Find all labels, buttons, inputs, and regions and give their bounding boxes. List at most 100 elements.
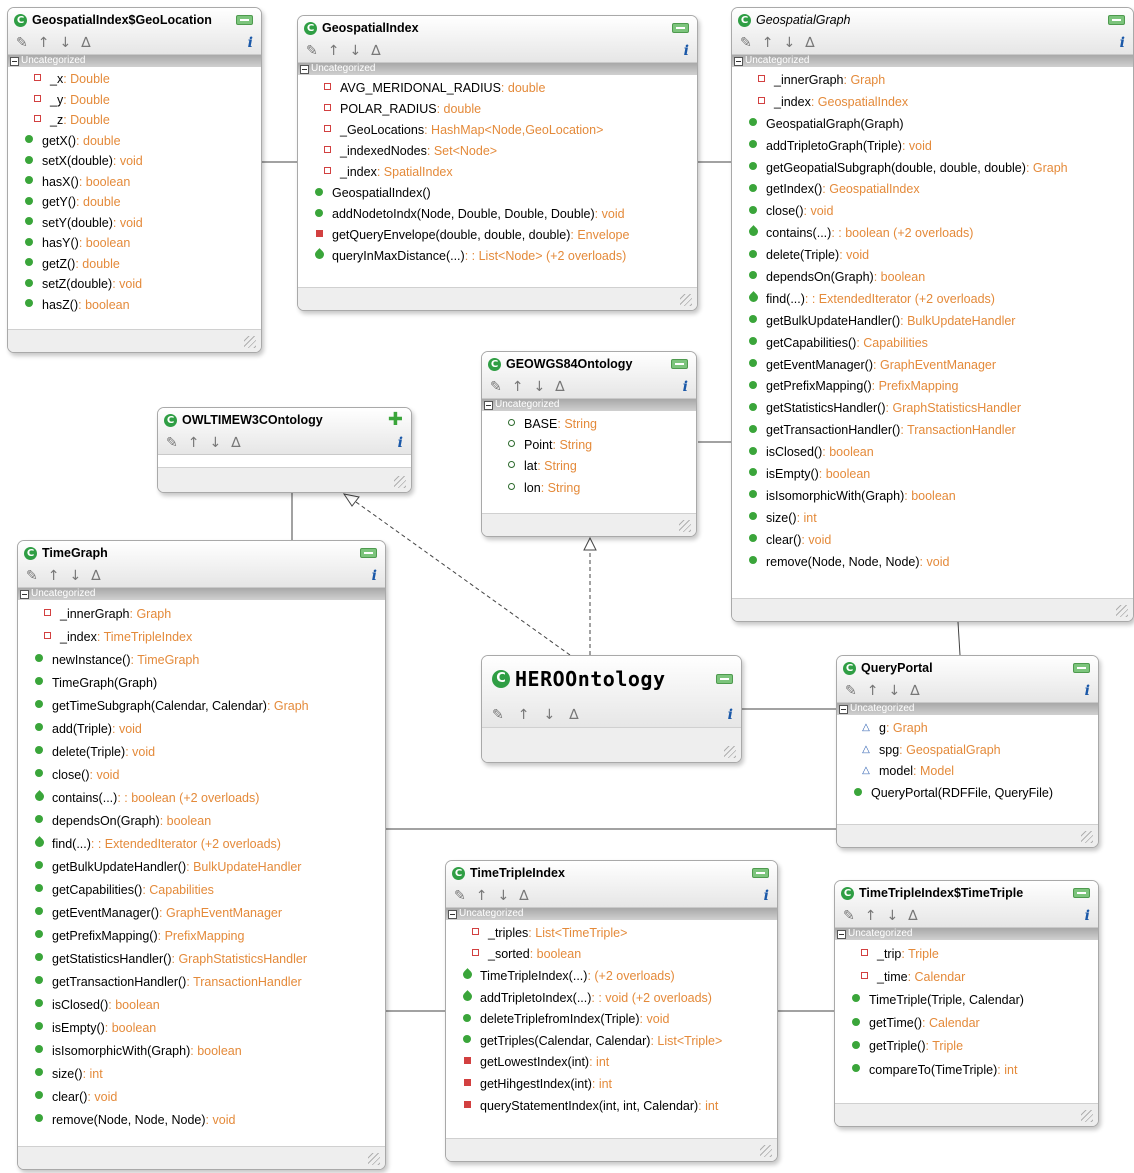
member-row[interactable]: setZ(double) : void	[8, 274, 261, 295]
section-header-uncategorized[interactable]: Uncategorized	[18, 588, 385, 600]
class-title[interactable]: GeospatialGraph	[756, 13, 1108, 27]
member-row[interactable]: isClosed() : boolean	[18, 993, 385, 1016]
class-box-geospatialgraph[interactable]: C GeospatialGraph ✎ ↑ ↓ ∆ i Uncategorized _inner…	[731, 7, 1134, 622]
member-row[interactable]: spg : GeospatialGraph	[837, 739, 1098, 761]
member-row[interactable]: isEmpty() : boolean	[732, 463, 1133, 485]
member-row[interactable]: getBulkUpdateHandler() : BulkUpdateHandl…	[732, 310, 1133, 332]
resize-grip-icon[interactable]	[368, 1153, 380, 1165]
member-row[interactable]: isClosed() : boolean	[732, 441, 1133, 463]
member-row[interactable]: g : Graph	[837, 717, 1098, 739]
collapse-icon[interactable]	[236, 15, 253, 25]
member-row[interactable]: _z : Double	[8, 110, 261, 131]
info-icon[interactable]: i	[683, 380, 688, 394]
member-row[interactable]: _trip : Triple	[835, 942, 1098, 965]
info-icon[interactable]: i	[372, 569, 377, 583]
member-row[interactable]: getCapabilities() : Capabilities	[732, 332, 1133, 354]
class-title[interactable]: HEROOntology	[515, 667, 716, 691]
member-row[interactable]: isIsomorphicWith(Graph) : boolean	[18, 1039, 385, 1062]
arrow-down-icon[interactable]: ↓	[886, 909, 898, 923]
member-row[interactable]: addTripletoIndex(...) : : void (+2 overl…	[446, 987, 777, 1009]
member-row[interactable]: size() : int	[18, 1062, 385, 1085]
member-row[interactable]: model : Model	[837, 761, 1098, 783]
member-row[interactable]: dependsOn(Graph) : boolean	[18, 809, 385, 832]
section-header-uncategorized[interactable]: Uncategorized	[835, 928, 1098, 940]
member-row[interactable]: getIndex() : GeospatialIndex	[732, 178, 1133, 200]
arrow-down-icon[interactable]: ↓	[533, 380, 545, 394]
arrow-up-icon[interactable]: ↑	[512, 380, 524, 394]
info-icon[interactable]: i	[1085, 909, 1090, 923]
resize-grip-icon[interactable]	[1116, 605, 1128, 617]
class-box-timetripleindex[interactable]: C TimeTripleIndex ✎ ↑ ↓ ∆ i Uncategorized _tripl…	[445, 860, 778, 1162]
member-row[interactable]: find(...) : : ExtendedIterator (+2 overl…	[18, 832, 385, 855]
hierarchy-icon[interactable]: ∆	[910, 684, 919, 698]
resize-grip-icon[interactable]	[244, 336, 256, 348]
member-row[interactable]: _sorted : boolean	[446, 944, 777, 966]
class-box-timetriple[interactable]: C TimeTripleIndex$TimeTriple ✎ ↑ ↓ ∆ i Uncatego…	[834, 880, 1099, 1127]
hierarchy-icon[interactable]: ∆	[555, 380, 564, 394]
member-row[interactable]: dependsOn(Graph) : boolean	[732, 266, 1133, 288]
member-row[interactable]: getStatisticsHandler() : GraphStatistics…	[18, 947, 385, 970]
info-icon[interactable]: i	[1120, 36, 1125, 50]
class-title[interactable]: GeospatialIndex$GeoLocation	[32, 13, 236, 27]
member-row[interactable]: getTransactionHandler() : TransactionHan…	[18, 970, 385, 993]
member-row[interactable]: _time : Calendar	[835, 965, 1098, 988]
info-icon[interactable]: i	[764, 889, 769, 903]
class-box-queryportal[interactable]: CQueryPortal✎↑↓∆iUncategorizedg : Graphs…	[836, 655, 1099, 848]
member-row[interactable]: queryInMaxDistance(...) : : List<Node> (…	[298, 246, 697, 267]
tag-icon[interactable]: ✎	[845, 684, 857, 698]
member-row[interactable]: delete(Triple) : void	[732, 244, 1133, 266]
member-row[interactable]: _indexedNodes : Set<Node>	[298, 140, 697, 161]
arrow-down-icon[interactable]: ↓	[349, 44, 361, 58]
member-row[interactable]: _index : SpatialIndex	[298, 161, 697, 182]
member-row[interactable]: getTime() : Calendar	[835, 1012, 1098, 1035]
member-row[interactable]: getEventManager() : GraphEventManager	[18, 901, 385, 924]
section-collapse-icon[interactable]	[300, 64, 309, 74]
tag-icon[interactable]: ✎	[16, 36, 28, 50]
member-row[interactable]: GeospatialIndex()	[298, 182, 697, 203]
member-row[interactable]: getTransactionHandler() : TransactionHan…	[732, 419, 1133, 441]
arrow-down-icon[interactable]: ↓	[497, 889, 509, 903]
info-icon[interactable]: i	[398, 436, 403, 450]
arrow-up-icon[interactable]: ↑	[867, 684, 879, 698]
section-header-uncategorized[interactable]: Uncategorized	[298, 63, 697, 75]
member-row[interactable]: AVG_MERIDONAL_RADIUS : double	[298, 77, 697, 98]
member-row[interactable]: addNodetoIndx(Node, Double, Double, Doub…	[298, 204, 697, 225]
arrow-down-icon[interactable]: ↓	[69, 569, 81, 583]
member-row[interactable]: getTimeSubgraph(Calendar, Calendar) : Gr…	[18, 694, 385, 717]
resize-grip-icon[interactable]	[1081, 831, 1093, 843]
member-row[interactable]: getY() : double	[8, 192, 261, 213]
class-title[interactable]: QueryPortal	[861, 661, 1073, 675]
section-header-uncategorized[interactable]: Uncategorized	[446, 908, 777, 920]
collapse-icon[interactable]	[672, 23, 689, 33]
member-row[interactable]: getCapabilities() : Capabilities	[18, 878, 385, 901]
member-row[interactable]: _index : TimeTripleIndex	[18, 625, 385, 648]
hierarchy-icon[interactable]: ∆	[81, 36, 90, 50]
member-row[interactable]: remove(Node, Node, Node) : void	[732, 551, 1133, 573]
member-row[interactable]: getX() : double	[8, 131, 261, 152]
resize-grip-icon[interactable]	[394, 476, 406, 488]
arrow-down-icon[interactable]: ↓	[543, 708, 555, 722]
arrow-down-icon[interactable]: ↓	[888, 684, 900, 698]
member-row[interactable]: remove(Node, Node, Node) : void	[18, 1108, 385, 1131]
expand-icon[interactable]: ✚	[388, 411, 403, 429]
tag-icon[interactable]: ✎	[490, 380, 502, 394]
arrow-up-icon[interactable]: ↑	[328, 44, 340, 58]
info-icon[interactable]: i	[248, 36, 253, 50]
collapse-icon[interactable]	[360, 548, 377, 558]
member-row[interactable]: contains(...) : : boolean (+2 overloads)	[732, 222, 1133, 244]
member-row[interactable]: hasY() : boolean	[8, 233, 261, 254]
member-row[interactable]: newInstance() : TimeGraph	[18, 648, 385, 671]
member-row[interactable]: queryStatementIndex(int, int, Calendar) …	[446, 1095, 777, 1117]
class-title[interactable]: GeospatialIndex	[322, 21, 672, 35]
member-row[interactable]: close() : void	[732, 200, 1133, 222]
class-box-timegraph[interactable]: C TimeGraph ✎ ↑ ↓ ∆ i Uncategorized _innerGraph …	[17, 540, 386, 1170]
member-row[interactable]: getPrefixMapping() : PrefixMapping	[732, 375, 1133, 397]
section-collapse-icon[interactable]	[837, 929, 846, 939]
member-row[interactable]: Point : String	[482, 434, 696, 455]
collapse-icon[interactable]	[716, 674, 733, 684]
member-row[interactable]: isEmpty() : boolean	[18, 1016, 385, 1039]
hierarchy-icon[interactable]: ∆	[908, 909, 917, 923]
info-icon[interactable]: i	[728, 708, 733, 722]
section-header-uncategorized[interactable]: Uncategorized	[482, 399, 696, 411]
arrow-down-icon[interactable]: ↓	[783, 36, 795, 50]
